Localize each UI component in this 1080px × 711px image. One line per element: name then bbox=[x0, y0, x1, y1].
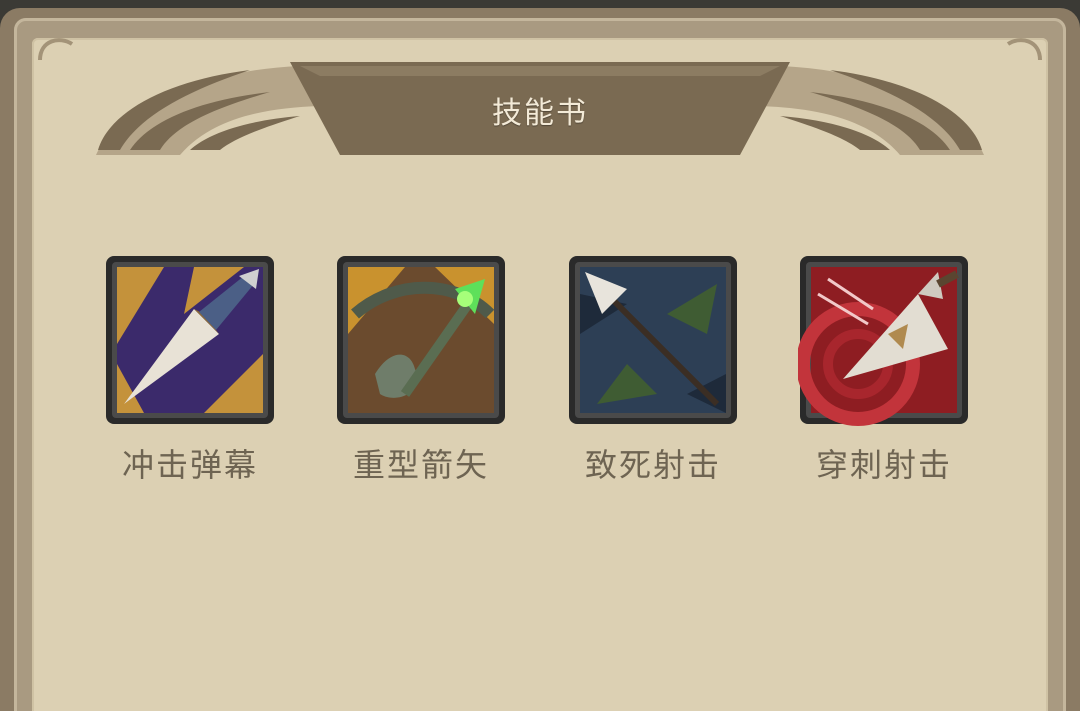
skill-slot-4[interactable]: 穿刺射击 bbox=[798, 254, 970, 486]
piercing-spear-icon bbox=[106, 256, 274, 424]
skill-name: 致死射击 bbox=[584, 446, 721, 484]
deadly-arrow-icon bbox=[569, 256, 737, 424]
skill-icon-frame[interactable] bbox=[567, 254, 739, 426]
skill-icon-frame[interactable] bbox=[798, 254, 970, 426]
skill-slot-2[interactable]: 重型箭矢 bbox=[335, 254, 507, 486]
skill-name: 重型箭矢 bbox=[352, 446, 489, 484]
piercing-shot-icon bbox=[798, 256, 968, 426]
panel-title: 技能书 bbox=[492, 96, 588, 131]
skill-slot-1[interactable]: 冲击弹幕 bbox=[104, 254, 276, 486]
heavy-crossbow-icon bbox=[337, 256, 505, 424]
skill-icon-frame[interactable] bbox=[104, 254, 276, 426]
skill-icon-frame[interactable] bbox=[335, 254, 507, 426]
skill-slot-3[interactable]: 致死射击 bbox=[567, 254, 739, 486]
skill-name: 穿刺射击 bbox=[815, 446, 952, 484]
skill-name: 冲击弹幕 bbox=[121, 446, 258, 484]
